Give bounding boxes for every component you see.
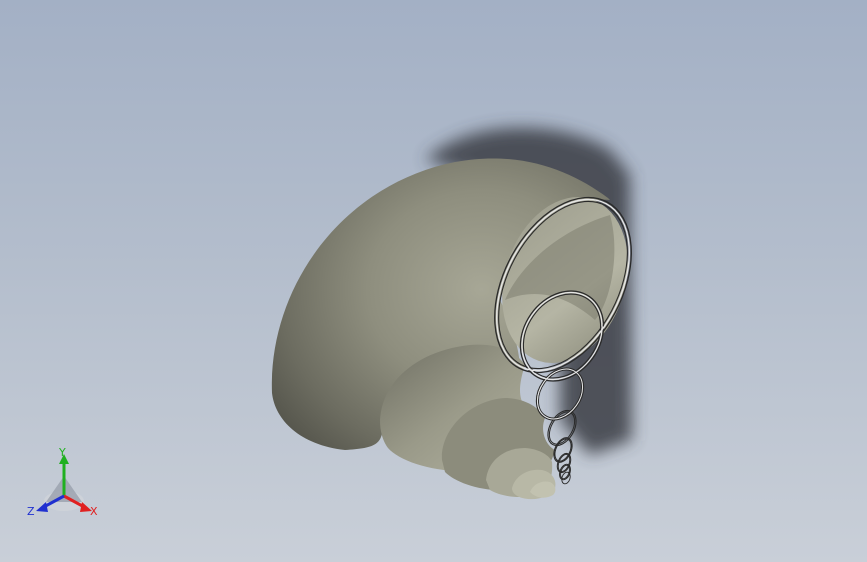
y-axis-label: Y [58,446,66,459]
x-axis-label: X [90,505,98,518]
graphics-viewport[interactable]: Y X Z [0,0,867,562]
orientation-triad[interactable]: Y X Z [24,446,104,526]
z-axis-arrow [36,502,48,512]
z-axis-label: Z [27,505,35,518]
model-scene[interactable] [0,0,867,562]
